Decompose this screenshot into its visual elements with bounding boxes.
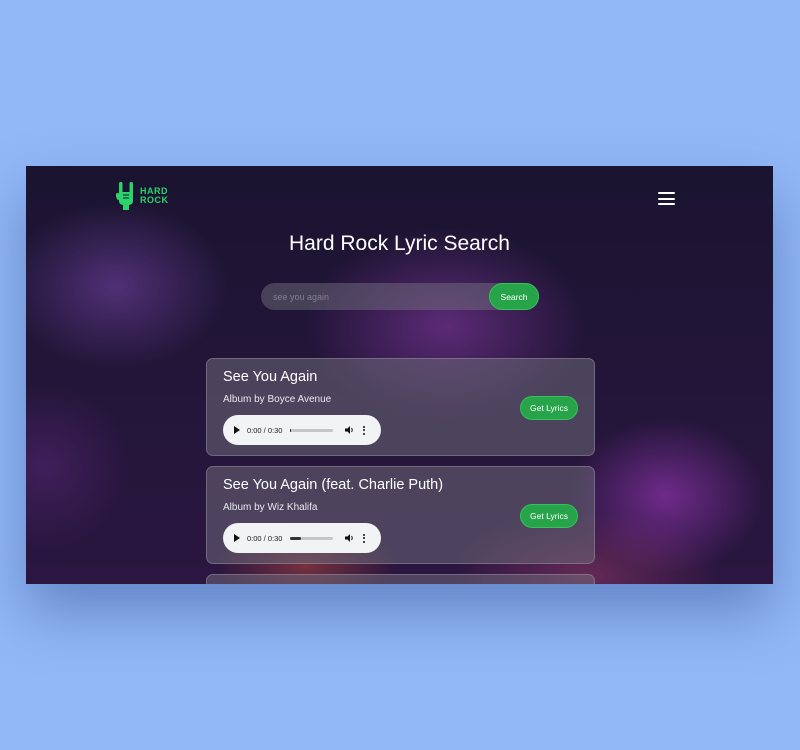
search-input[interactable] — [261, 283, 481, 310]
audio-player[interactable]: 0:00 / 0:30 — [223, 523, 381, 553]
audio-player[interactable]: 0:00 / 0:30 — [223, 415, 381, 445]
search-bar: Search — [261, 283, 539, 310]
logo-text: HARD ROCK — [140, 187, 169, 205]
logo-line-2: ROCK — [140, 195, 169, 205]
volume-icon[interactable] — [345, 425, 355, 435]
song-title: See You Again — [223, 369, 318, 385]
song-card — [206, 574, 595, 584]
app-window: HARD ROCK Hard Rock Lyric Search Search … — [26, 166, 773, 584]
volume-icon[interactable] — [345, 533, 355, 543]
play-icon[interactable] — [234, 534, 240, 542]
audio-progress-fill — [290, 428, 292, 432]
get-lyrics-button[interactable]: Get Lyrics — [520, 396, 578, 420]
rock-hand-icon — [116, 182, 136, 210]
more-options-icon[interactable] — [363, 533, 366, 543]
top-bar: HARD ROCK — [26, 166, 773, 226]
results-list: See You Again Album by Boyce Avenue 0:00… — [206, 358, 595, 584]
song-album: Album by Boyce Avenue — [223, 394, 332, 405]
page-title: Hard Rock Lyric Search — [289, 232, 510, 255]
audio-time: 0:00 / 0:30 — [247, 425, 283, 435]
hamburger-menu-icon[interactable] — [658, 192, 675, 205]
audio-progress-fill — [290, 536, 302, 540]
logo[interactable]: HARD ROCK — [116, 182, 169, 210]
play-icon[interactable] — [234, 426, 240, 434]
search-button[interactable]: Search — [489, 283, 539, 310]
song-card: See You Again (feat. Charlie Puth) Album… — [206, 466, 595, 564]
get-lyrics-button[interactable]: Get Lyrics — [520, 504, 578, 528]
audio-progress-bar[interactable] — [290, 428, 334, 432]
song-card: See You Again Album by Boyce Avenue 0:00… — [206, 358, 595, 456]
audio-time: 0:00 / 0:30 — [247, 533, 283, 543]
audio-progress-bar[interactable] — [290, 536, 334, 540]
song-album: Album by Wiz Khalifa — [223, 502, 318, 513]
more-options-icon[interactable] — [363, 425, 366, 435]
song-title: See You Again (feat. Charlie Puth) — [223, 477, 444, 493]
